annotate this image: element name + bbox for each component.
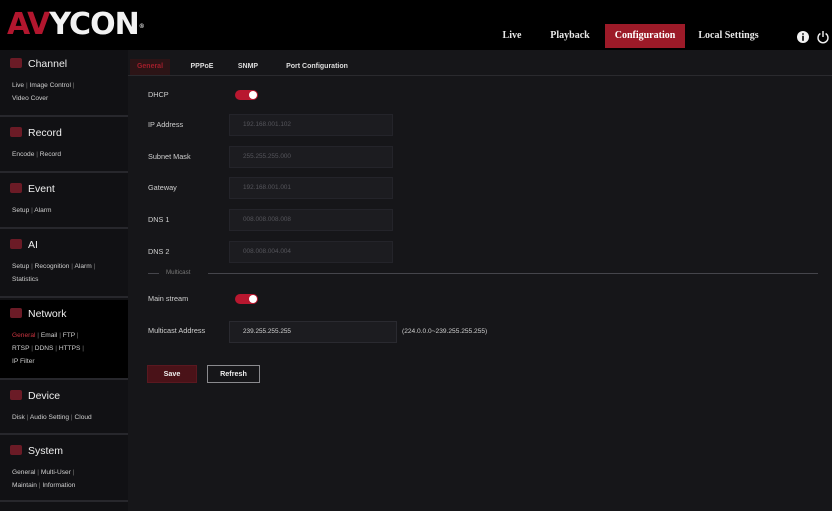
tab-divider [128, 75, 832, 76]
avycon-logo: AVYCON ® [7, 7, 145, 42]
ip-address-label: IP Address [148, 120, 184, 129]
sidebar-item-video-cover[interactable]: Video Cover [12, 95, 48, 102]
sidebar-item-ai-setup[interactable]: Setup [12, 263, 29, 270]
sidebar-title-device[interactable]: Device [10, 388, 60, 404]
sidebar-item-setup[interactable]: Setup [12, 207, 29, 214]
sidebar-links-system: General | Multi-User | Maintain | Inform… [12, 469, 76, 489]
subnet-mask-label: Subnet Mask [148, 152, 191, 161]
sidebar-section-network: Network General | Email | FTP | RTSP | D… [0, 300, 128, 380]
gateway-field[interactable]: 192.168.001.001 [229, 177, 393, 199]
sidebar-links-event: Setup | Alarm [12, 207, 52, 214]
sidebar-item-alarm[interactable]: Alarm [34, 207, 51, 214]
sidebar-title-ai[interactable]: AI [10, 237, 38, 253]
top-bar: AVYCON ® Live Playback Configuration Loca… [0, 0, 832, 50]
toggle-knob [249, 91, 257, 99]
dns2-field[interactable]: 008.008.004.004 [229, 241, 393, 263]
sidebar-item-network-general[interactable]: General [12, 332, 35, 339]
system-icon [10, 445, 22, 455]
sidebar-item-recognition[interactable]: Recognition [35, 263, 70, 270]
record-icon [10, 127, 22, 137]
sidebar-section-record: Record Encode | Record [0, 119, 128, 173]
sidebar-item-maintain[interactable]: Maintain [12, 482, 37, 489]
multicast-group-divider: Multicast [148, 269, 818, 277]
sidebar-section-channel: Channel Live | Image Control | Video Cov… [0, 50, 128, 117]
dns1-label: DNS 1 [148, 215, 170, 224]
network-icon [10, 308, 22, 318]
channel-icon [10, 58, 22, 68]
info-icon[interactable] [796, 30, 810, 44]
sidebar-item-ftp[interactable]: FTP [63, 332, 75, 339]
main-panel: General PPPoE SNMP Port Configuration DH… [128, 50, 832, 511]
nav-configuration[interactable]: Configuration [605, 24, 685, 48]
multicast-address-field[interactable]: 239.255.255.255 [229, 321, 397, 343]
multicast-range-hint: (224.0.0.0~239.255.255.255) [402, 328, 488, 335]
event-icon [10, 183, 22, 193]
sidebar-item-cloud[interactable]: Cloud [74, 414, 91, 421]
sidebar-links-channel: Live | Image Control | Video Cover [12, 82, 75, 102]
multicast-group-title: Multicast [166, 269, 191, 276]
tab-pppoe[interactable]: PPPoE [184, 59, 220, 75]
toggle-knob [249, 295, 257, 303]
sidebar-title-record[interactable]: Record [10, 125, 62, 141]
sidebar-section-system: System General | Multi-User | Maintain |… [0, 437, 128, 502]
sidebar-section-event: Event Setup | Alarm [0, 175, 128, 229]
sidebar-item-disk[interactable]: Disk [12, 414, 25, 421]
nav-live[interactable]: Live [496, 24, 528, 48]
ai-icon [10, 239, 22, 249]
tab-general[interactable]: General [130, 59, 170, 75]
main-stream-label: Main stream [148, 294, 189, 303]
nav-playback[interactable]: Playback [544, 24, 596, 48]
sidebar-links-record: Encode | Record [12, 151, 62, 158]
sidebar-item-email[interactable]: Email [41, 332, 58, 339]
device-icon [10, 390, 22, 400]
sidebar-item-information[interactable]: Information [42, 482, 75, 489]
sidebar-item-ai-alarm[interactable]: Alarm [74, 263, 91, 270]
sidebar-section-ai: AI Setup | Recognition | Alarm | Statist… [0, 231, 128, 298]
dhcp-label: DHCP [148, 90, 169, 99]
save-button[interactable]: Save [147, 365, 197, 383]
power-icon[interactable] [816, 30, 830, 44]
sidebar-item-https[interactable]: HTTPS [59, 345, 81, 352]
sidebar-section-device: Device Disk | Audio Setting | Cloud [0, 382, 128, 435]
refresh-button[interactable]: Refresh [207, 365, 260, 383]
dns2-label: DNS 2 [148, 247, 170, 256]
sidebar-item-ip-filter[interactable]: IP Filter [12, 358, 35, 365]
sidebar-item-system-general[interactable]: General [12, 469, 35, 476]
tab-snmp[interactable]: SNMP [232, 59, 264, 75]
sidebar-item-image-control[interactable]: Image Control [30, 82, 71, 89]
sidebar-item-statistics[interactable]: Statistics [12, 276, 38, 283]
sidebar-links-device: Disk | Audio Setting | Cloud [12, 414, 92, 421]
sidebar-item-ddns[interactable]: DDNS [35, 345, 54, 352]
sidebar-item-audio-setting[interactable]: Audio Setting [30, 414, 69, 421]
sidebar-links-network: General | Email | FTP | RTSP | DDNS | HT… [12, 332, 84, 365]
sidebar-item-rtsp[interactable]: RTSP [12, 345, 29, 352]
multicast-address-label: Multicast Address [148, 326, 206, 335]
sidebar-title-network[interactable]: Network [10, 306, 67, 322]
sidebar-title-system[interactable]: System [10, 443, 63, 459]
sidebar-title-event[interactable]: Event [10, 181, 55, 197]
tab-port-configuration[interactable]: Port Configuration [278, 59, 356, 75]
sidebar-item-multi-user[interactable]: Multi-User [41, 469, 71, 476]
main-stream-toggle[interactable] [235, 294, 258, 304]
sidebar: Channel Live | Image Control | Video Cov… [0, 50, 128, 511]
gateway-label: Gateway [148, 183, 177, 192]
subnet-mask-field[interactable]: 255.255.255.000 [229, 146, 393, 168]
sidebar-links-ai: Setup | Recognition | Alarm | Statistics [12, 263, 96, 283]
sidebar-item-encode[interactable]: Encode [12, 151, 34, 158]
nav-local-settings[interactable]: Local Settings [686, 24, 771, 48]
sidebar-item-live[interactable]: Live [12, 82, 24, 89]
sub-tabs: General PPPoE SNMP Port Configuration [128, 59, 832, 75]
dhcp-toggle[interactable] [235, 90, 258, 100]
ip-address-field[interactable]: 192.168.001.102 [229, 114, 393, 136]
dns1-field[interactable]: 008.008.008.008 [229, 209, 393, 231]
sidebar-item-record[interactable]: Record [40, 151, 61, 158]
sidebar-title-channel[interactable]: Channel [10, 56, 67, 72]
